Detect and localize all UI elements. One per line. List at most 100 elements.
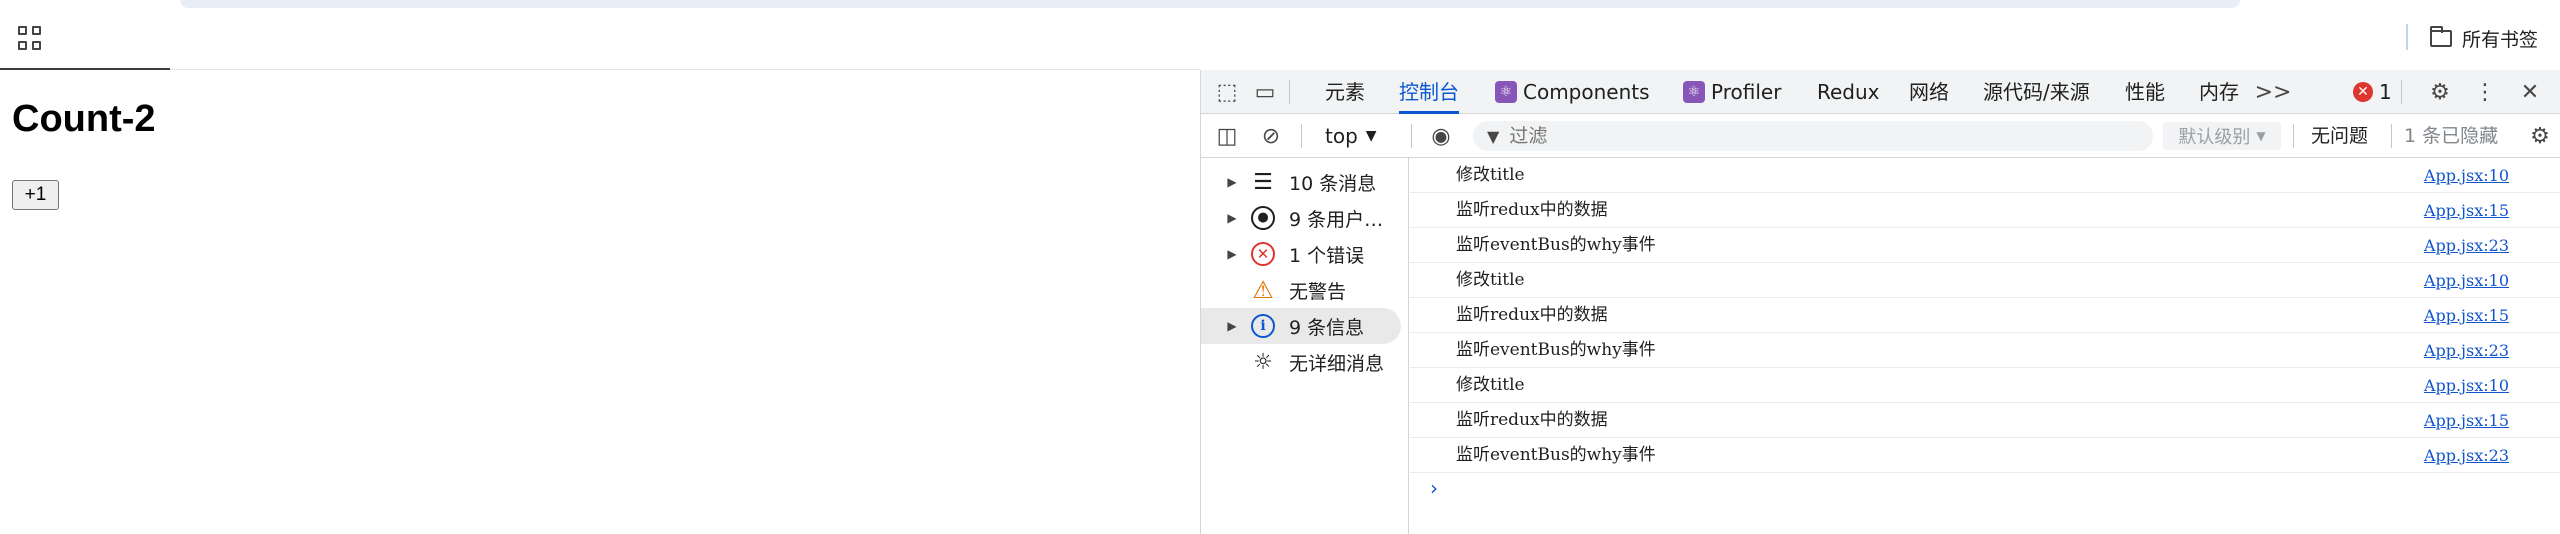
filterbar-divider xyxy=(2391,124,2392,148)
log-source-link[interactable]: App.jsx:15 xyxy=(2424,298,2509,333)
live-expression-eye-icon[interactable]: ◉ xyxy=(1427,122,1455,150)
log-message: 修改title xyxy=(1456,375,1525,395)
page-title: Count-2 xyxy=(12,98,156,140)
folder-icon xyxy=(2430,25,2452,47)
close-devtools-icon[interactable]: ✕ xyxy=(2516,78,2544,106)
log-level-select[interactable]: 默认级别 ▼ xyxy=(2163,122,2281,150)
console-filterbar: ◫ ⊘ top ▼ ◉ ▼ 默认级别 ▼ 无问题 1 条已隐藏 ⚙ xyxy=(1201,114,2560,158)
expand-arrow-icon[interactable]: ▶ xyxy=(1221,211,1243,225)
log-row: 监听redux中的数据 App.jsx:15 xyxy=(1410,403,2560,438)
log-row: 监听eventBus的why事件 App.jsx:23 xyxy=(1410,228,2560,263)
issues-button[interactable]: 无问题 xyxy=(2311,122,2368,150)
log-row: 监听eventBus的why事件 App.jsx:23 xyxy=(1410,438,2560,473)
log-source-link[interactable]: App.jsx:10 xyxy=(2424,263,2509,298)
filterbar-divider xyxy=(2293,124,2294,148)
chevron-down-icon: ▼ xyxy=(1365,128,1377,144)
list-icon: ☰ xyxy=(1253,169,1273,195)
context-value: top xyxy=(1325,124,1358,148)
inspect-element-icon[interactable]: ⬚ xyxy=(1213,78,1241,106)
sidebar-item-warnings[interactable]: ▶ ⚠ 无警告 xyxy=(1201,272,1409,308)
filter-icon: ▼ xyxy=(1487,126,1500,146)
log-source-link[interactable]: App.jsx:15 xyxy=(2424,193,2509,228)
hidden-messages-count: 1 条已隐藏 xyxy=(2404,125,2499,147)
sidebar-item-info[interactable]: ▶ i 9 条信息 xyxy=(1201,308,1401,344)
user-icon: ● xyxy=(1251,206,1275,230)
tab-components[interactable]: ⚛ Components xyxy=(1495,70,1650,114)
console-sidebar: ▶ ☰ 10 条消息 ▶ ● 9 条用户… ▶ ✕ 1 个错误 ▶ ⚠ 无警告 … xyxy=(1201,158,1409,534)
log-message: 监听eventBus的why事件 xyxy=(1456,340,1656,360)
tabbar-divider xyxy=(2401,80,2402,104)
log-source-link[interactable]: App.jsx:23 xyxy=(2424,438,2509,473)
log-row: 修改title App.jsx:10 xyxy=(1410,158,2560,193)
omnibox-edge xyxy=(180,0,2240,8)
log-message: 监听redux中的数据 xyxy=(1456,410,1608,430)
sidebar-item-verbose[interactable]: ▶ ☼ 无详细消息 xyxy=(1201,344,1409,380)
settings-gear-icon[interactable]: ⚙ xyxy=(2426,78,2454,106)
log-row: 监听redux中的数据 App.jsx:15 xyxy=(1410,298,2560,333)
react-icon: ⚛ xyxy=(1495,81,1517,103)
log-source-link[interactable]: App.jsx:15 xyxy=(2424,403,2509,438)
error-count-badge[interactable]: ✕ 1 xyxy=(2353,78,2392,106)
filterbar-divider xyxy=(1411,124,1412,148)
tab-redux[interactable]: Redux xyxy=(1817,70,1880,114)
context-select[interactable]: top ▼ xyxy=(1325,122,1377,150)
log-message: 监听redux中的数据 xyxy=(1456,305,1608,325)
expand-arrow-icon[interactable]: ▶ xyxy=(1221,319,1243,333)
warning-icon: ⚠ xyxy=(1252,276,1274,304)
info-icon: i xyxy=(1251,314,1275,338)
tab-elements[interactable]: 元素 xyxy=(1325,70,1365,114)
filter-field[interactable]: ▼ xyxy=(1473,121,2153,151)
expand-arrow-icon[interactable]: ▶ xyxy=(1221,247,1243,261)
log-source-link[interactable]: App.jsx:23 xyxy=(2424,333,2509,368)
console-log: 修改title App.jsx:10 监听redux中的数据 App.jsx:1… xyxy=(1410,158,2560,534)
log-source-link[interactable]: App.jsx:10 xyxy=(2424,368,2509,403)
bookmarks-separator xyxy=(2406,24,2408,50)
expand-arrow-icon[interactable]: ▶ xyxy=(1221,175,1243,189)
log-message: 监听redux中的数据 xyxy=(1456,200,1608,220)
log-row: 修改title App.jsx:10 xyxy=(1410,263,2560,298)
clear-console-icon[interactable]: ⊘ xyxy=(1257,122,1285,150)
log-row: 修改title App.jsx:10 xyxy=(1410,368,2560,403)
error-icon: ✕ xyxy=(1251,242,1275,266)
log-level-value: 默认级别 xyxy=(2178,127,2251,148)
log-row: 监听redux中的数据 App.jsx:15 xyxy=(1410,193,2560,228)
log-message: 修改title xyxy=(1456,270,1525,290)
apps-grid-icon[interactable] xyxy=(18,26,42,50)
devtools-panel: ⬚ ▭ 元素 控制台 ⚛ Components ⚛ Profiler Redux 网… xyxy=(1200,70,2560,534)
filterbar-divider xyxy=(1301,124,1302,148)
log-row: 监听eventBus的why事件 App.jsx:23 xyxy=(1410,333,2560,368)
sidebar-item-messages[interactable]: ▶ ☰ 10 条消息 xyxy=(1201,164,1409,200)
log-message: 修改title xyxy=(1456,165,1525,185)
console-settings-gear-icon[interactable]: ⚙ xyxy=(2526,122,2554,150)
console-prompt[interactable]: › xyxy=(1430,476,1438,500)
bug-icon: ☼ xyxy=(1253,349,1273,375)
page-viewport: Count-2 +1 xyxy=(0,70,1200,534)
tabbar-divider xyxy=(1289,80,1290,104)
device-toolbar-icon[interactable]: ▭ xyxy=(1251,78,1279,106)
tab-performance[interactable]: 性能 xyxy=(2125,70,2165,114)
error-count: 1 xyxy=(2379,80,2392,104)
tab-profiler[interactable]: ⚛ Profiler xyxy=(1683,70,1781,114)
increment-button[interactable]: +1 xyxy=(12,180,59,210)
sidebar-item-errors[interactable]: ▶ ✕ 1 个错误 xyxy=(1201,236,1409,272)
all-bookmarks-label: 所有书签 xyxy=(2462,28,2539,51)
tab-sources[interactable]: 源代码/来源 xyxy=(1983,70,2090,114)
filter-input[interactable] xyxy=(1509,125,2110,147)
more-tabs-icon[interactable]: >> xyxy=(2255,78,2292,106)
tab-network[interactable]: 网络 xyxy=(1909,70,1949,114)
error-icon: ✕ xyxy=(2353,82,2373,102)
log-message: 监听eventBus的why事件 xyxy=(1456,235,1656,255)
devtools-tabbar: ⬚ ▭ 元素 控制台 ⚛ Components ⚛ Profiler Redux 网… xyxy=(1201,70,2560,114)
sidebar-toggle-icon[interactable]: ◫ xyxy=(1213,122,1241,150)
tab-console[interactable]: 控制台 xyxy=(1399,70,1459,114)
react-icon: ⚛ xyxy=(1683,81,1705,103)
log-source-link[interactable]: App.jsx:23 xyxy=(2424,228,2509,263)
tab-memory[interactable]: 内存 xyxy=(2199,70,2239,114)
all-bookmarks-button[interactable]: 所有书签 xyxy=(2430,24,2538,52)
bookmarks-bar: 所有书签 xyxy=(0,0,2560,70)
chevron-down-icon: ▼ xyxy=(2256,129,2266,143)
log-source-link[interactable]: App.jsx:10 xyxy=(2424,158,2509,193)
log-message: 监听eventBus的why事件 xyxy=(1456,445,1656,465)
more-options-icon[interactable]: ⋮ xyxy=(2471,78,2499,106)
sidebar-item-user-messages[interactable]: ▶ ● 9 条用户… xyxy=(1201,200,1409,236)
